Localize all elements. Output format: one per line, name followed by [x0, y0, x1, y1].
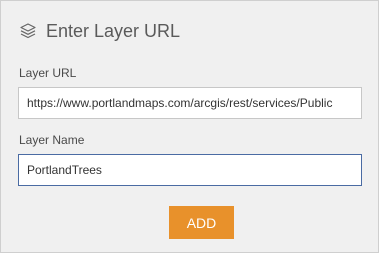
panel-title: Enter Layer URL [46, 20, 181, 41]
add-button[interactable]: ADD [169, 206, 234, 239]
layer-url-input[interactable] [18, 87, 362, 119]
layers-icon [19, 22, 37, 40]
layer-url-label: Layer URL [19, 66, 77, 80]
layer-name-input[interactable] [18, 154, 362, 186]
panel-header: Enter Layer URL [19, 19, 180, 43]
add-layer-panel: Enter Layer URL Layer URL Layer Name ADD [0, 0, 379, 253]
layer-name-label: Layer Name [19, 133, 85, 147]
